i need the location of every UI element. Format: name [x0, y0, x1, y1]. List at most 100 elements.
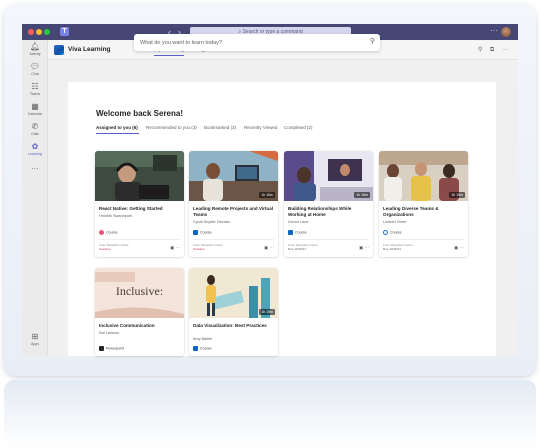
- rail-label: Chat: [31, 72, 39, 76]
- my-learning-panel: Welcome back Serena! Assigned to you (6)…: [68, 82, 496, 356]
- course-card[interactable]: 1h 15m Data Visualization: Best Practice…: [189, 268, 278, 356]
- course-type-label: Course: [200, 346, 212, 351]
- maximize-window-button[interactable]: [44, 29, 50, 35]
- bell-icon: 🔔︎: [29, 42, 41, 51]
- tab-recently-viewed[interactable]: Recently Viewed: [244, 125, 277, 131]
- more-options-icon[interactable]: ···: [365, 245, 370, 250]
- course-type: Course: [288, 230, 307, 235]
- rail-item-chat[interactable]: 💬︎ Chat: [22, 62, 48, 82]
- course-type-label: Course: [200, 230, 212, 235]
- card-actions: ▣ ···: [454, 245, 464, 250]
- page-title: Welcome back Serena!: [96, 109, 184, 118]
- course-title: React Native: Getting Started: [99, 206, 163, 211]
- rail-item-activity[interactable]: 🔔︎ Activity: [22, 42, 48, 62]
- card-divider: [99, 239, 180, 240]
- learning-search-input[interactable]: [140, 34, 360, 51]
- rail-label: Apps: [31, 342, 39, 346]
- card-divider: [383, 239, 464, 240]
- bookmark-icon[interactable]: ▣: [170, 245, 174, 250]
- course-title: Leading Remote Projects and Virtual Team…: [193, 206, 274, 217]
- bookmark-icon[interactable]: ▣: [359, 245, 363, 250]
- viva-learning-logo-icon: [54, 45, 64, 55]
- popout-icon[interactable]: ⧉: [490, 45, 494, 55]
- app-name: Viva Learning: [68, 46, 111, 53]
- course-card[interactable]: React Native: Getting Started Hendrik Sw…: [95, 151, 184, 257]
- avatar[interactable]: [501, 27, 511, 37]
- tablet-reflection: [4, 380, 536, 448]
- card-actions: ▣ ···: [170, 245, 180, 250]
- course-type: Course: [99, 230, 118, 235]
- course-thumbnail: 1h 15m: [189, 151, 278, 201]
- course-type: Course: [383, 230, 402, 235]
- close-window-button[interactable]: [28, 29, 34, 35]
- course-thumbnail: 1h 15m: [379, 151, 468, 201]
- more-options-icon[interactable]: ···: [176, 245, 181, 250]
- tab-recommended[interactable]: Recommended to you (3): [146, 125, 197, 131]
- linkedin-icon: [288, 230, 293, 235]
- duration-badge: 1h 15m: [449, 192, 465, 198]
- more-options-icon[interactable]: ···: [460, 245, 465, 250]
- search-icon[interactable]: ⚲: [370, 37, 375, 47]
- tab-bookmarked[interactable]: Bookmarked (3): [204, 125, 236, 131]
- tab-assigned[interactable]: Assigned to you (6): [96, 125, 138, 131]
- app-rail: 🔔︎ Activity 💬︎ Chat ☷ Teams ▦ Calendar ✆…: [22, 40, 48, 356]
- person-with-headphones-image: [95, 151, 184, 201]
- course-author: Amy Balliet: [193, 337, 212, 341]
- rail-item-calls[interactable]: ✆ Calls: [22, 122, 48, 142]
- bookmark-icon[interactable]: ▣: [454, 245, 458, 250]
- course-author: Cyndi Snyder Dionisio: [193, 220, 231, 224]
- course-title: Leading Diverse Teams & Organizations: [383, 206, 439, 217]
- rail-label: Calendar: [27, 112, 43, 116]
- rail-item-more[interactable]: ···: [22, 164, 48, 184]
- more-options-icon[interactable]: ···: [502, 45, 508, 55]
- course-author: Hendrik Swanepoel: [99, 214, 132, 218]
- status-badge: Due 10/15/21: [383, 247, 402, 251]
- course-thumbnail: Inclusive:: [95, 268, 184, 318]
- rail-label: Calls: [31, 132, 39, 136]
- more-icon: ···: [31, 164, 39, 173]
- card-divider: [193, 239, 274, 240]
- minimize-window-button[interactable]: [36, 29, 42, 35]
- provider-icon: [383, 230, 388, 235]
- teams-logo-icon: T: [60, 27, 69, 36]
- course-card[interactable]: 1h 15m Building Relationships While Work…: [284, 151, 373, 257]
- rail-item-apps[interactable]: ⊞ Apps: [22, 332, 48, 352]
- more-options-icon[interactable]: ···: [270, 245, 275, 250]
- rail-item-calendar[interactable]: ▦ Calendar: [22, 102, 48, 122]
- bookmark-icon[interactable]: ▣: [264, 245, 268, 250]
- course-title: Building Relationships While Working at …: [288, 206, 352, 217]
- card-actions: ▣ ···: [264, 245, 274, 250]
- tab-completed[interactable]: Completed (2): [284, 125, 313, 131]
- rail-label: Teams: [29, 92, 41, 96]
- course-type: Course: [193, 230, 212, 235]
- thumbnail-title: Inclusive:: [115, 284, 164, 298]
- duration-badge: 1h 15m: [354, 192, 370, 198]
- course-card[interactable]: Inclusive: Inclusive Communication Kat L…: [95, 268, 184, 356]
- rail-item-learning[interactable]: ✿ Learning: [22, 142, 48, 162]
- provider-icon: [99, 230, 104, 235]
- card-divider: [288, 239, 369, 240]
- powerpoint-icon: [99, 346, 104, 351]
- duration-badge: 1h 15m: [259, 192, 275, 198]
- status-badge: Due 10/15/21: [288, 247, 307, 251]
- course-card[interactable]: 1h 15m Leading Remote Projects and Virtu…: [189, 151, 278, 257]
- course-author: Kat Larsson: [99, 331, 120, 335]
- course-thumbnail: [95, 151, 184, 201]
- apps-icon: ⊞: [31, 332, 39, 341]
- rail-item-teams[interactable]: ☷ Teams: [22, 82, 48, 102]
- course-title: Inclusive Communication: [99, 323, 155, 328]
- phone-icon: ✆: [31, 122, 39, 131]
- link-icon[interactable]: ⚲: [478, 45, 482, 55]
- more-options-icon[interactable]: ···: [490, 25, 498, 37]
- course-author: Devon Lane: [288, 220, 309, 224]
- course-type-label: Course: [390, 230, 402, 235]
- status-badge: Overdue: [99, 247, 111, 251]
- linkedin-icon: [193, 346, 198, 351]
- rail-label: Learning: [28, 152, 42, 156]
- card-actions: ▣ ···: [359, 245, 369, 250]
- course-card[interactable]: 1h 15m Leading Diverse Teams & Organizat…: [379, 151, 468, 257]
- linkedin-icon: [193, 230, 198, 235]
- course-thumbnail: 1h 15m: [189, 268, 278, 318]
- course-type-label: Course: [295, 230, 307, 235]
- learning-icon: ✿: [31, 142, 39, 151]
